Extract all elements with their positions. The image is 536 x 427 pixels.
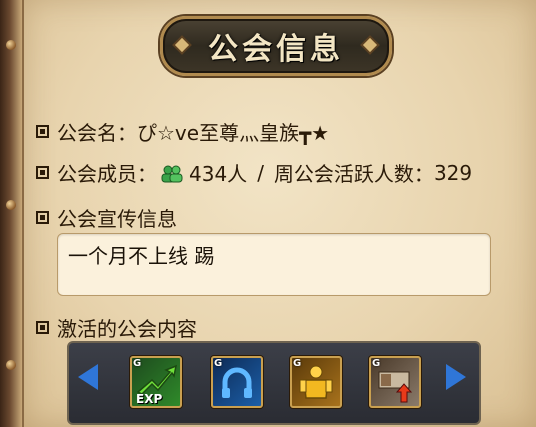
title-plate: 公会信息 <box>160 16 392 76</box>
bullet-icon <box>36 166 49 179</box>
members-icon <box>161 164 183 182</box>
panel-left-border <box>0 0 22 427</box>
slot-caption: EXP <box>136 392 163 406</box>
guild-name-label: 公会名： <box>57 121 137 145</box>
item-slot-headset[interactable]: G <box>211 356 263 408</box>
slot-badge: G <box>214 358 223 369</box>
members-label: 公会成员： <box>57 162 157 186</box>
bullet-icon <box>36 211 49 224</box>
guild-name-row: 公会名： ぴ☆ve至尊灬皇族┳★ <box>36 117 329 146</box>
members-row: 公会成员： 434人 / 周公会活跃人数： 329 <box>36 158 472 187</box>
activated-label: 激活的公会内容 <box>57 317 197 341</box>
arrow-right-icon[interactable] <box>446 364 466 390</box>
bullet-icon <box>36 321 49 334</box>
title-ornament-left <box>174 37 190 53</box>
slot-badge: G <box>293 358 302 369</box>
border-stud <box>6 40 16 50</box>
border-stud <box>6 360 16 370</box>
activated-row: 激活的公会内容 <box>36 313 197 342</box>
announcement-label: 公会宣传信息 <box>57 207 177 231</box>
page-title: 公会信息 <box>208 32 344 67</box>
slot-badge: G <box>372 358 381 369</box>
border-stud <box>6 200 16 210</box>
guild-info-panel: 公会信息 公会名： ぴ☆ve至尊灬皇族┳★ 公会成员： 434人 / 周公会活跃… <box>0 0 536 427</box>
announcement-textbox[interactable]: 一个月不上线 踢 <box>57 233 491 296</box>
members-separator: / <box>257 160 264 185</box>
weekly-active-label: 周公会活跃人数： <box>273 162 434 186</box>
guild-name-value: ぴ☆ve至尊灬皇族┳★ <box>137 121 330 145</box>
title-ornament-right <box>362 37 378 53</box>
slot-badge: G <box>133 358 142 369</box>
announcement-row: 公会宣传信息 <box>36 203 177 232</box>
arrow-left-icon[interactable] <box>78 364 98 390</box>
members-count: 434人 <box>189 162 248 186</box>
item-slot-exp[interactable]: G EXP <box>130 356 182 408</box>
bullet-icon <box>36 125 49 138</box>
weekly-active-value: 329 <box>433 160 473 185</box>
item-slot-upgrade[interactable]: G <box>369 356 421 408</box>
item-slot-armor[interactable]: G <box>290 356 342 408</box>
